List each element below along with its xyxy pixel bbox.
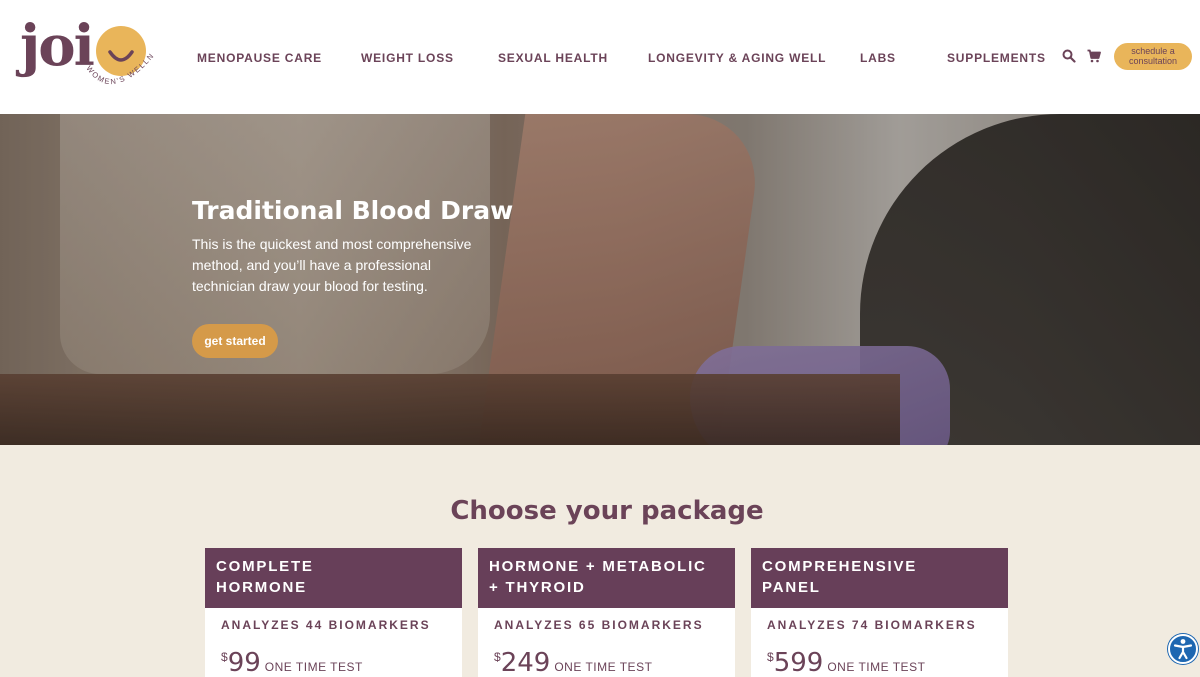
nav-item-longevity[interactable]: LONGEVITY & AGING WELL [648, 48, 826, 68]
accessibility-icon [1173, 639, 1193, 660]
search-icon[interactable] [1062, 49, 1076, 63]
hero-overlay [0, 114, 1200, 445]
nav-item-supplements[interactable]: SUPPLEMENTS [947, 48, 1046, 68]
price-currency: $ [494, 650, 501, 664]
package-name: COMPREHENSIVE PANEL [751, 548, 1008, 608]
package-name-line-1: COMPLETE [216, 558, 314, 575]
accessibility-button[interactable] [1168, 634, 1198, 664]
price-amount: 249 [500, 648, 551, 677]
package-card-hormone-metabolic-thyroid[interactable]: HORMONE + METABOLIC + THYROID ANALYZES 6… [478, 548, 735, 677]
package-card-comprehensive-panel[interactable]: COMPREHENSIVE PANEL ANALYZES 74 BIOMARKE… [751, 548, 1008, 677]
price-currency: $ [767, 650, 774, 664]
price-note: ONE TIME TEST [264, 660, 363, 674]
package-biomarkers: ANALYZES 65 BIOMARKERS [494, 618, 704, 632]
packages-title: Choose your package [450, 496, 764, 526]
package-name-line-2: + THYROID [489, 579, 586, 596]
nav-item-menopause-care[interactable]: MENOPAUSE CARE [197, 48, 322, 68]
main-nav: MENOPAUSE CARE WEIGHT LOSS SEXUAL HEALTH… [0, 48, 1200, 68]
price-note: ONE TIME TEST [554, 660, 653, 674]
package-name-line-1: HORMONE + METABOLIC [489, 558, 707, 575]
package-biomarkers: ANALYZES 74 BIOMARKERS [767, 618, 977, 632]
package-name-line-1: COMPREHENSIVE [762, 558, 918, 575]
cart-icon[interactable] [1087, 49, 1101, 63]
schedule-consultation-button[interactable]: schedule a consultation [1114, 43, 1192, 70]
nav-item-weight-loss[interactable]: WEIGHT LOSS [361, 48, 454, 68]
consult-line-2: consultation [1128, 56, 1178, 66]
package-price: $249 ONE TIME TEST [478, 638, 735, 677]
nav-item-sexual-health[interactable]: SEXUAL HEALTH [498, 48, 608, 68]
package-price: $599 ONE TIME TEST [751, 638, 1008, 677]
get-started-button[interactable]: get started [192, 324, 278, 358]
hero-banner: Traditional Blood Draw This is the quick… [0, 114, 1200, 445]
price-note: ONE TIME TEST [827, 660, 926, 674]
hero-title: Traditional Blood Draw [192, 196, 514, 225]
package-biomarkers: ANALYZES 44 BIOMARKERS [221, 618, 431, 632]
price-currency: $ [221, 650, 228, 664]
package-name: COMPLETE HORMONE [205, 548, 462, 608]
site-header: joi WOMEN'S WELLNESS MENOPAUSE CARE WEIG… [0, 0, 1200, 114]
nav-item-labs[interactable]: LABS [860, 48, 896, 68]
hero-description: This is the quickest and most comprehens… [192, 236, 472, 294]
price-amount: 599 [773, 648, 824, 677]
package-price: $99 ONE TIME TEST [205, 638, 462, 677]
package-card-complete-hormone[interactable]: COMPLETE HORMONE ANALYZES 44 BIOMARKERS … [205, 548, 462, 677]
package-name-line-2: PANEL [762, 579, 821, 596]
price-amount: 99 [227, 648, 261, 677]
package-name-line-2: HORMONE [216, 579, 307, 596]
consult-line-1: schedule a [1131, 46, 1175, 56]
package-name: HORMONE + METABOLIC + THYROID [478, 548, 735, 608]
